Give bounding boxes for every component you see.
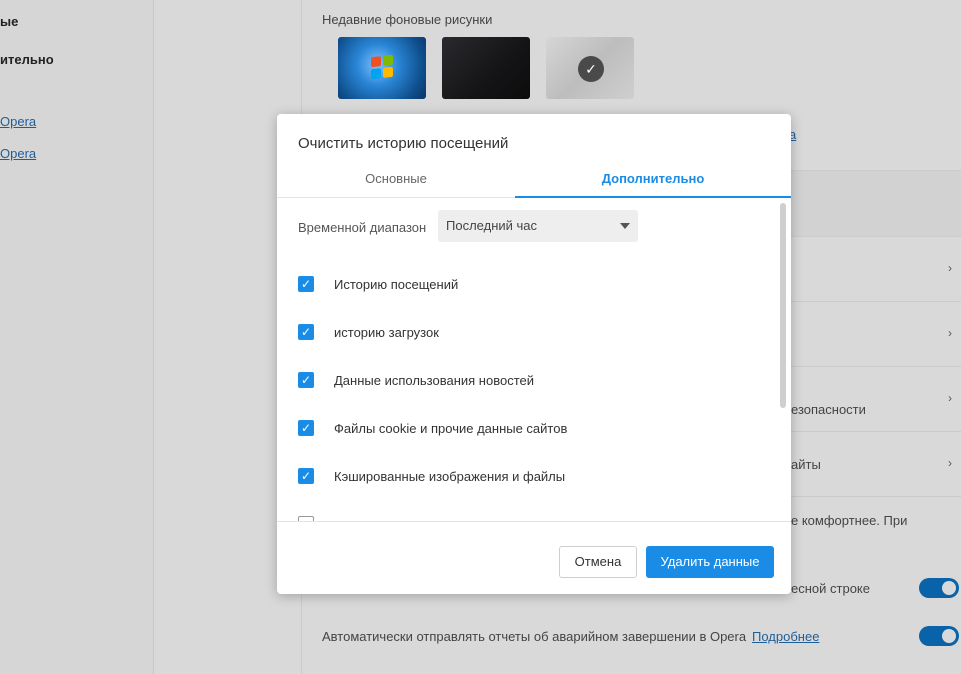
tab-advanced[interactable]: Дополнительно (515, 164, 791, 198)
time-range-label: Временной диапазон (298, 220, 427, 235)
sidebar-link-opera-1[interactable]: Opera (0, 114, 36, 129)
checkbox-cache[interactable]: ✓ (298, 468, 314, 484)
toggle-addressbar[interactable] (919, 578, 959, 598)
settings-row-security-text: езопасности (791, 402, 866, 417)
time-range-select[interactable]: Последний час (438, 210, 638, 242)
dialog-footer-divider (277, 521, 791, 522)
checkmark-icon: ✓ (578, 56, 604, 82)
crash-report-more-link[interactable]: Подробнее (752, 629, 819, 644)
chevron-right-icon: › (948, 326, 952, 340)
tab-basic[interactable]: Основные (277, 164, 515, 198)
checkbox-label: Кэшированные изображения и файлы (334, 469, 566, 484)
checkbox-cookies[interactable]: ✓ (298, 420, 314, 436)
sidebar: ые ительно Opera Opera (0, 0, 154, 674)
checkbox-label: Историю посещений (334, 277, 459, 292)
chevron-right-icon: › (948, 391, 952, 405)
chevron-right-icon: › (948, 261, 952, 275)
settings-row-addressbar-text: есной строке (791, 581, 870, 596)
dialog-tabs: Основные Дополнительно (277, 164, 791, 198)
delete-data-button[interactable]: Удалить данные (646, 546, 774, 578)
chevron-right-icon: › (948, 456, 952, 470)
checkbox-label: Данные использования новостей (334, 373, 535, 388)
clear-history-dialog: Очистить историю посещений Основные Допо… (277, 114, 791, 594)
wallpaper-thumbnail-dark[interactable] (442, 37, 530, 99)
sidebar-item-advanced[interactable]: ительно (0, 52, 54, 67)
windows-logo-icon (371, 54, 393, 80)
sidebar-link-opera-2[interactable]: Opera (0, 146, 36, 161)
checkbox-label: историю загрузок (334, 325, 439, 340)
toggle-crash-report[interactable] (919, 626, 959, 646)
recent-wallpapers-label: Недавние фоновые рисунки (322, 12, 493, 27)
dropdown-caret-icon (620, 223, 630, 229)
wallpaper-thumbnail-windows[interactable] (338, 37, 426, 99)
checkbox-news-data[interactable]: ✓ (298, 372, 314, 388)
time-range-value: Последний час (446, 218, 538, 233)
checkbox-download-history[interactable]: ✓ (298, 324, 314, 340)
settings-row-sites-text: айты (791, 457, 821, 472)
crash-report-text: Автоматически отправлять отчеты об авари… (322, 629, 747, 644)
sidebar-item-basic[interactable]: ые (0, 14, 18, 29)
dialog-title: Очистить историю посещений (298, 135, 509, 152)
wallpaper-thumbnail-light[interactable]: ✓ (546, 37, 634, 99)
cancel-button[interactable]: Отмена (559, 546, 637, 578)
dialog-scrollbar[interactable] (780, 203, 786, 408)
checkbox-label: Файлы cookie и прочие данные сайтов (334, 421, 568, 436)
settings-row-comfort-text: е комфортнее. При (791, 513, 908, 528)
dialog-scroll-area[interactable]: Временной диапазон Последний час ✓ Истор… (277, 198, 791, 521)
checkbox-browsing-history[interactable]: ✓ (298, 276, 314, 292)
